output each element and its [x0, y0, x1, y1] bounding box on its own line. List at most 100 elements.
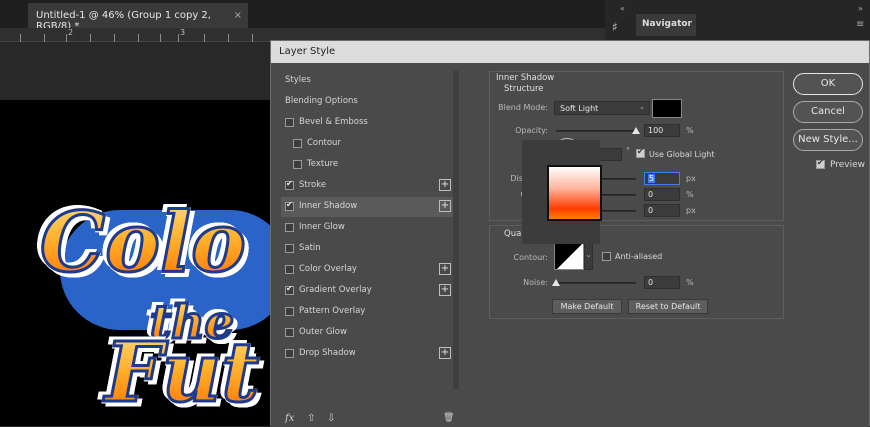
contour-dropdown[interactable]: ⌄ [584, 240, 593, 270]
opacity-input[interactable]: 100 [644, 124, 680, 137]
style-checkbox[interactable] [285, 328, 294, 337]
opacity-value: 100 [648, 126, 664, 135]
style-checkbox[interactable] [293, 139, 302, 148]
contour-picker[interactable] [554, 240, 584, 270]
styles-list: Styles Blending Options Bevel & Emboss Cont… [281, 71, 461, 411]
ok-button[interactable]: OK [793, 73, 863, 95]
style-checkbox[interactable] [285, 244, 294, 253]
style-item-label: Texture [307, 159, 339, 169]
anti-aliased-label: Anti-aliased [615, 252, 663, 261]
move-down-icon[interactable]: ⇩ [327, 413, 335, 424]
style-checkbox[interactable] [285, 349, 294, 358]
style-item-satin[interactable]: Satin [281, 239, 453, 259]
move-up-icon[interactable]: ⇧ [307, 413, 315, 424]
artwork-word-3: Fut [103, 324, 260, 423]
style-checkbox[interactable] [285, 307, 294, 316]
style-item-label: Inner Shadow [299, 201, 358, 211]
document-tab[interactable]: Untitled-1 @ 46% (Group 1 copy 2, RGB/8)… [28, 3, 248, 32]
add-effect-icon[interactable]: + [439, 200, 451, 212]
style-checkbox[interactable] [285, 223, 294, 232]
opacity-slider-thumb[interactable] [632, 127, 640, 134]
style-item-outer-glow[interactable]: Outer Glow [281, 323, 453, 343]
expand-panels-icon[interactable]: » [858, 4, 863, 13]
noise-slider[interactable] [556, 282, 636, 284]
add-effect-icon[interactable]: + [439, 263, 451, 275]
add-effect-icon[interactable]: + [439, 284, 451, 296]
styles-list-scrollbar[interactable] [453, 71, 459, 389]
dialog-body: Styles Blending Options Bevel & Emboss Cont… [271, 63, 869, 427]
add-effect-icon[interactable]: + [439, 347, 451, 359]
style-item-label: Color Overlay [299, 264, 357, 274]
style-item-stroke[interactable]: Stroke + [281, 176, 453, 196]
distance-input[interactable]: 5 [644, 172, 680, 185]
collapse-panels-icon[interactable]: « [620, 4, 625, 13]
style-item-label: Styles [285, 75, 311, 85]
size-value: 0 [648, 206, 654, 215]
blend-mode-value: Soft Light [560, 104, 599, 113]
size-unit: px [686, 206, 696, 215]
ruler-number: 2 [68, 28, 74, 37]
use-global-light-label: Use Global Light [649, 150, 715, 159]
style-item-color-overlay[interactable]: Color Overlay + [281, 260, 453, 280]
noise-slider-thumb[interactable] [552, 279, 560, 286]
style-item-label: Satin [299, 243, 321, 253]
style-item-label: Stroke [299, 180, 327, 190]
preview-checkbox[interactable] [816, 158, 825, 169]
history-brush-icon[interactable]: ♯ [612, 20, 618, 34]
add-effect-icon[interactable]: + [439, 179, 451, 191]
shadow-color-swatch[interactable] [652, 99, 682, 118]
new-style-button[interactable]: New Style... [793, 129, 863, 151]
styles-list-footer: fx ⇧ ⇩ 🗑 [285, 413, 454, 427]
style-checkbox[interactable] [285, 179, 294, 190]
style-item-label: Contour [307, 138, 341, 148]
choke-value: 0 [648, 190, 654, 199]
size-input[interactable]: 0 [644, 204, 680, 217]
style-checkbox[interactable] [285, 265, 294, 274]
reset-to-default-button[interactable]: Reset to Default [628, 299, 708, 314]
style-item-label: Blending Options [285, 96, 358, 106]
style-checkbox[interactable] [293, 160, 302, 169]
noise-input[interactable]: 0 [644, 276, 680, 289]
style-item-styles[interactable]: Styles [281, 71, 453, 91]
opacity-unit: % [686, 126, 694, 135]
style-checkbox[interactable] [285, 200, 294, 211]
style-checkbox[interactable] [285, 284, 294, 295]
preview-label: Preview [830, 160, 866, 170]
style-item-label: Drop Shadow [299, 348, 356, 358]
style-item-bevel-emboss[interactable]: Bevel & Emboss [281, 113, 453, 133]
angle-unit: ° [626, 146, 630, 155]
dialog-titlebar[interactable]: Layer Style [271, 41, 869, 63]
style-checkbox[interactable] [285, 118, 294, 127]
panel-menu-icon[interactable]: ≡ [856, 19, 864, 30]
style-item-inner-glow[interactable]: Inner Glow [281, 218, 453, 238]
style-item-inner-shadow[interactable]: Inner Shadow + [281, 197, 453, 217]
blend-mode-select[interactable]: Soft Light ⌄ [554, 101, 650, 115]
choke-unit: % [686, 190, 694, 199]
blend-mode-label: Blend Mode: [498, 103, 548, 112]
close-tab-icon[interactable]: × [234, 10, 242, 21]
navigator-tab[interactable]: Navigator [636, 14, 696, 36]
style-item-pattern-overlay[interactable]: Pattern Overlay [281, 302, 453, 322]
structure-title: Structure [504, 84, 544, 94]
use-global-light-checkbox[interactable] [636, 147, 645, 158]
noise-label: Noise: [523, 278, 548, 287]
style-item-gradient-overlay[interactable]: Gradient Overlay + [281, 281, 453, 301]
choke-input[interactable]: 0 [644, 188, 680, 201]
style-item-label: Outer Glow [299, 327, 347, 337]
make-default-button[interactable]: Make Default [552, 299, 622, 314]
document-canvas[interactable]: Colo the Fut [0, 100, 275, 426]
distance-value: 5 [648, 174, 656, 183]
cancel-button[interactable]: Cancel [793, 101, 863, 123]
chevron-down-icon: ⌄ [639, 103, 645, 111]
style-item-drop-shadow[interactable]: Drop Shadow + [281, 344, 453, 364]
style-item-texture[interactable]: Texture [281, 155, 453, 175]
opacity-slider[interactable] [556, 130, 636, 132]
noise-value: 0 [648, 278, 654, 287]
fx-icon[interactable]: fx [285, 413, 294, 424]
preview-swatch [547, 165, 602, 221]
style-item-blending-options[interactable]: Blending Options [281, 92, 453, 112]
style-item-contour[interactable]: Contour [281, 134, 453, 154]
trash-icon[interactable]: 🗑 [443, 413, 454, 423]
ruler-number: 3 [180, 28, 186, 37]
anti-aliased-checkbox[interactable] [602, 252, 611, 261]
